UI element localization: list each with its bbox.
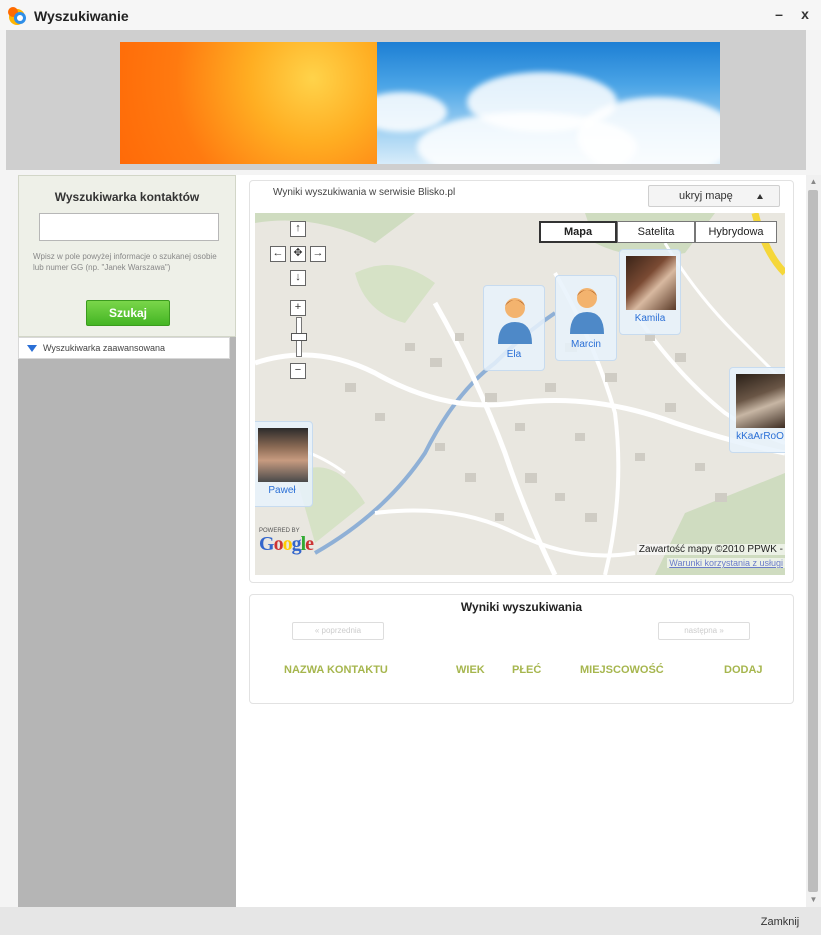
column-header-city[interactable]: MIEJSCOWOŚĆ <box>580 664 664 676</box>
caret-up-icon <box>757 194 763 199</box>
column-header-gender[interactable]: PŁEĆ <box>512 664 541 676</box>
map-type-mapa[interactable]: Mapa <box>539 221 617 243</box>
next-page-button[interactable]: następna » <box>658 622 750 640</box>
pan-left-button[interactable]: ← <box>270 246 286 262</box>
minimize-button[interactable]: – <box>770 6 788 24</box>
banner-sky-image <box>377 42 720 164</box>
title-bar: Wyszukiwanie – x <box>0 0 821 30</box>
marker-kkaarroo[interactable]: kKaArRoO <box>729 367 785 453</box>
search-box-title: Wyszukiwarka kontaktów <box>54 190 200 204</box>
triangle-down-icon <box>27 345 37 352</box>
scrollbar-thumb[interactable] <box>808 190 818 892</box>
marker-marcin[interactable]: Marcin <box>555 275 617 361</box>
zoom-out-button[interactable]: − <box>290 363 306 379</box>
window-title: Wyszukiwanie <box>34 8 129 24</box>
marker-ela[interactable]: Ela <box>483 285 545 371</box>
user-photo <box>258 428 308 482</box>
map-type-satelita[interactable]: Satelita <box>617 221 695 243</box>
hide-map-label: ukryj mapę <box>679 190 733 202</box>
close-button[interactable]: Zamknij <box>744 912 816 932</box>
marker-name: Kamila <box>634 313 666 324</box>
prev-page-button[interactable]: « poprzednia <box>292 622 384 640</box>
user-avatar-icon <box>498 298 532 344</box>
marker-name: Paweł <box>268 485 296 496</box>
bottom-bar <box>0 907 821 935</box>
marker-kamila[interactable]: Kamila <box>619 249 681 335</box>
user-photo <box>626 256 676 310</box>
results-title: Wyniki wyszukiwania <box>460 600 583 614</box>
close-window-button[interactable]: x <box>796 6 814 24</box>
google-logo: Google <box>259 533 314 555</box>
search-input[interactable] <box>39 213 219 241</box>
banner-orange-image <box>120 42 377 164</box>
scroll-up-arrow-icon[interactable]: ▲ <box>806 175 821 189</box>
zoom-in-button[interactable]: + <box>290 300 306 316</box>
pan-up-button[interactable]: ↑ <box>290 221 306 237</box>
map-copyright: Zawartość mapy ©2010 PPWK - <box>636 544 785 555</box>
map-card-title: Wyniki wyszukiwania w serwisie Blisko.pl <box>273 187 456 198</box>
scroll-down-arrow-icon[interactable]: ▼ <box>806 893 821 907</box>
marker-name: Ela <box>506 349 522 360</box>
marker-pawel[interactable]: Paweł <box>255 421 313 507</box>
search-button[interactable]: Szukaj <box>86 300 170 326</box>
hide-map-button[interactable]: ukryj mapę <box>648 185 780 207</box>
marker-name: Marcin <box>570 339 601 350</box>
map-roads <box>255 213 785 575</box>
column-header-add[interactable]: DODAJ <box>724 664 763 676</box>
column-header-age[interactable]: WIEK <box>456 664 485 676</box>
map-view[interactable]: Mapa Satelita Hybrydowa ↑ ← ✥ → ↓ + − El… <box>255 213 785 575</box>
zoom-slider-thumb[interactable] <box>291 333 307 341</box>
pan-down-button[interactable]: ↓ <box>290 270 306 286</box>
advanced-search-toggle[interactable]: Wyszukiwarka zaawansowana <box>18 337 230 359</box>
contact-search-box: Wyszukiwarka kontaktów Wpisz w pole powy… <box>18 175 236 337</box>
app-logo-icon <box>8 7 26 25</box>
pan-right-button[interactable]: → <box>310 246 326 262</box>
column-header-name[interactable]: NAZWA KONTAKTU <box>284 664 388 676</box>
advanced-search-label: Wyszukiwarka zaawansowana <box>43 343 165 353</box>
marker-name: kKaArRoO <box>736 431 784 442</box>
user-photo <box>736 374 785 428</box>
search-hint: Wpisz w pole powyżej informacje o szukan… <box>33 252 217 272</box>
user-avatar-icon <box>570 288 604 334</box>
pan-center-button[interactable]: ✥ <box>290 246 306 262</box>
map-type-hybrydowa[interactable]: Hybrydowa <box>695 221 777 243</box>
map-terms-link[interactable]: Warunki korzystania z usługi <box>667 558 785 568</box>
